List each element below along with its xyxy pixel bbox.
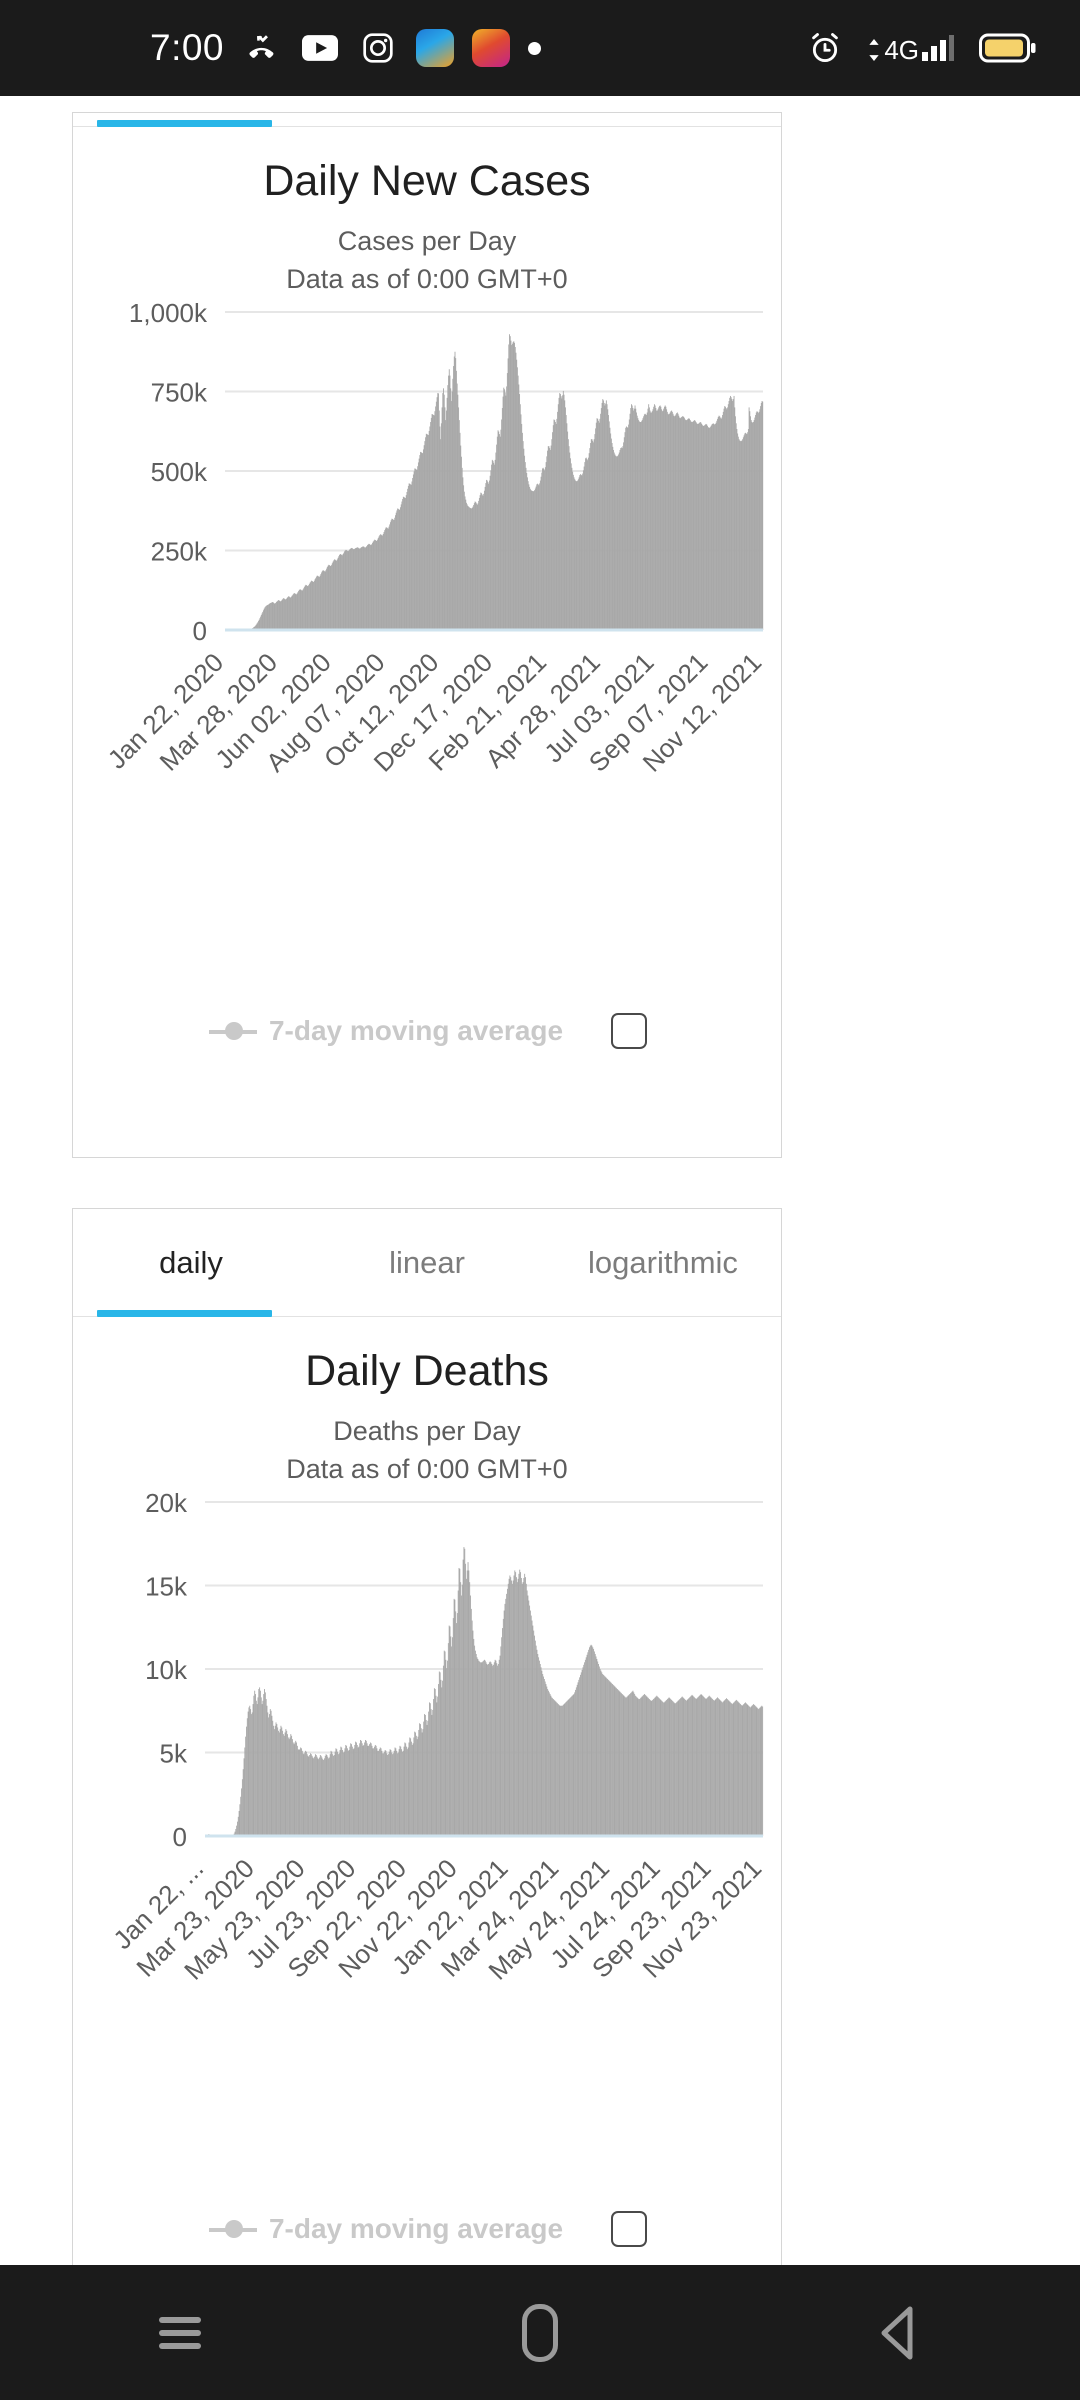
status-bar-left: 7:00 <box>150 27 542 69</box>
scroll-content[interactable]: Daily New Cases Cases per Day Data as of… <box>0 96 1080 2265</box>
y-tick-label: 750k <box>151 377 208 407</box>
card1-moving-average-checkbox[interactable] <box>611 1013 648 1049</box>
y-tick-label: 1,000k <box>129 298 208 328</box>
card2-legend-label: 7-day moving average <box>268 2213 564 2244</box>
y-tick-label: 10k <box>145 1655 188 1685</box>
y-tick-label: 500k <box>151 457 208 487</box>
bars <box>205 1546 764 1836</box>
tab-linear[interactable]: linear <box>309 1245 545 1281</box>
daily-deaths-chart[interactable]: 05k10k15k20kJan 22, ...Mar 23, 2020May 2… <box>73 1488 783 2063</box>
y-tick-label: 20k <box>145 1488 188 1518</box>
dot-indicator <box>528 41 542 55</box>
android-nav-bar <box>0 2265 1080 2400</box>
card1-plot[interactable]: 0 250k 500k 750k 1,000k Jan 22, 2020 Mar 28, 2… <box>73 298 783 858</box>
recents-icon <box>159 2310 201 2356</box>
card1-subtitle: Cases per Day <box>337 226 517 256</box>
y-tick-label: 250k <box>151 536 208 566</box>
signal-bars-icon <box>922 35 954 61</box>
card1-active-tab-underline <box>97 120 272 127</box>
card1-legend-label: 7-day moving average <box>268 1015 564 1046</box>
card2-tabs[interactable]: daily linear logarithmic <box>73 1209 781 1317</box>
daily-new-cases-card: Daily New Cases Cases per Day Data as of… <box>72 112 782 1158</box>
card2-moving-average-checkbox[interactable] <box>611 2211 648 2247</box>
card1-tab-strip[interactable] <box>73 113 781 127</box>
card2-data-note: Data as of 0:00 GMT+0 <box>286 1453 568 1484</box>
back-icon <box>881 2306 913 2359</box>
card1-data-note: Data as of 0:00 GMT+0 <box>286 263 568 294</box>
status-bar: 7:00 4G <box>0 0 1080 96</box>
battery-icon <box>978 28 1038 68</box>
tab-daily[interactable]: daily <box>73 1245 309 1281</box>
y-tick-label: 0 <box>193 616 207 646</box>
missed-call-icon <box>242 28 282 68</box>
moving-average-legend-icon <box>208 2217 257 2241</box>
network-signal: 4G <box>867 35 956 65</box>
card2-legend[interactable]: 7-day moving average <box>73 2211 783 2247</box>
daily-new-cases-chart[interactable]: 0250k500k750k1,000kJan 22, 2020Mar 28, 2… <box>73 298 783 858</box>
card1-title: Daily New Cases <box>263 157 591 205</box>
home-button[interactable] <box>480 2288 600 2378</box>
y-tick-label: 5k <box>160 1738 188 1768</box>
network-type-label: 4G <box>884 35 919 65</box>
card2-active-tab-underline <box>97 1310 272 1317</box>
tab-logarithmic[interactable]: logarithmic <box>545 1245 781 1281</box>
back-button[interactable] <box>840 2288 960 2378</box>
alarm-icon <box>805 28 845 68</box>
y-tick-label: 0 <box>173 1822 187 1852</box>
racing-game-icon <box>416 29 455 67</box>
status-clock: 7:00 <box>150 27 225 68</box>
card2-subtitle: Deaths per Day <box>333 1416 521 1446</box>
home-icon <box>522 2303 558 2362</box>
card2-plot[interactable]: 0 5k 10k 15k 20k Jan 22, ... Mar 23, 2020 May 2… <box>73 1488 783 2063</box>
bars <box>225 334 764 630</box>
status-bar-right: 4G <box>805 28 1038 68</box>
youtube-icon <box>300 28 340 68</box>
card2-title: Daily Deaths <box>305 1347 549 1395</box>
y-tick-label: 15k <box>145 1571 188 1601</box>
moving-average-legend-icon <box>208 1019 257 1043</box>
card1-legend[interactable]: 7-day moving average <box>73 1013 783 1049</box>
instagram-icon <box>358 28 398 68</box>
daily-deaths-card: daily linear logarithmic Daily Deaths De… <box>72 1208 782 2265</box>
free-fire-game-icon <box>472 29 511 67</box>
recents-button[interactable] <box>120 2288 240 2378</box>
